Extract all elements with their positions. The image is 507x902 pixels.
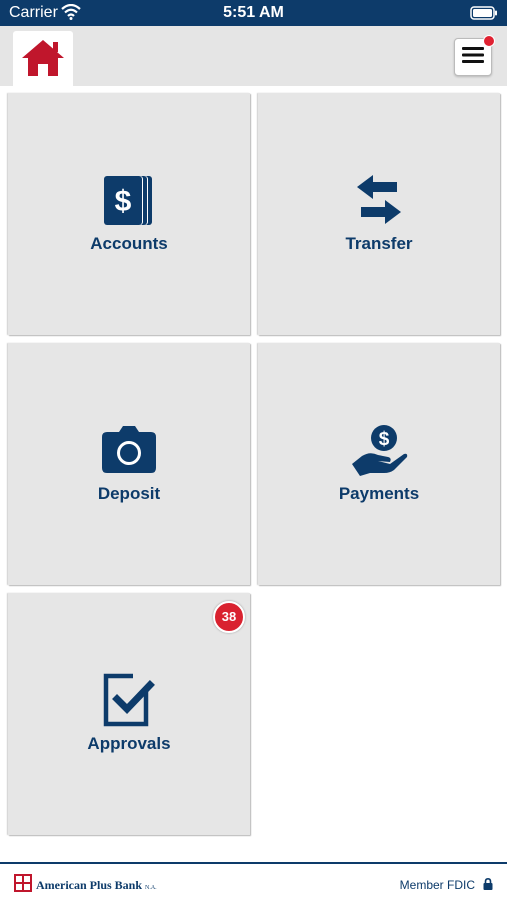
svg-text:$: $	[379, 429, 390, 450]
tile-approvals[interactable]: Approvals 38	[8, 593, 250, 835]
home-button[interactable]	[13, 31, 73, 89]
menu-button[interactable]	[454, 35, 495, 76]
camera-icon	[8, 426, 250, 474]
bank-logo-icon	[14, 874, 32, 897]
svg-text:$: $	[115, 185, 132, 218]
checkbox-icon	[8, 673, 250, 727]
bank-name-text: American Plus Bank	[36, 878, 143, 892]
status-bar: Carrier 5:51 AM	[0, 0, 507, 26]
lock-icon	[483, 877, 493, 895]
accounts-dollar-icon: $	[8, 175, 250, 227]
tile-payments[interactable]: $ Payments	[258, 343, 500, 585]
tile-accounts[interactable]: $ Accounts	[8, 93, 250, 335]
battery-icon	[470, 6, 498, 25]
status-time: 5:51 AM	[223, 4, 284, 21]
tile-label-transfer: Transfer	[345, 234, 413, 253]
top-navigation-bar	[0, 26, 507, 89]
tile-label-accounts: Accounts	[90, 234, 168, 253]
bank-name: American Plus Bank N.A.	[36, 878, 157, 893]
tile-transfer[interactable]: Transfer	[258, 93, 500, 335]
transfer-arrows-icon	[258, 175, 500, 225]
tile-label-deposit: Deposit	[97, 484, 161, 503]
tile-deposit[interactable]: Deposit	[8, 343, 250, 585]
tile-label-approvals: Approvals	[87, 734, 171, 753]
notification-dot	[483, 35, 495, 47]
hamburger-menu-icon	[462, 46, 484, 69]
approvals-count-badge: 38	[213, 601, 245, 633]
member-fdic-label: Member FDIC	[399, 878, 475, 892]
bank-suffix: N.A.	[145, 885, 157, 891]
hand-coin-icon: $	[258, 424, 500, 476]
home-icon	[20, 38, 66, 83]
footer: American Plus Bank N.A. Member FDIC	[0, 862, 507, 902]
tile-label-payments: Payments	[338, 484, 420, 503]
